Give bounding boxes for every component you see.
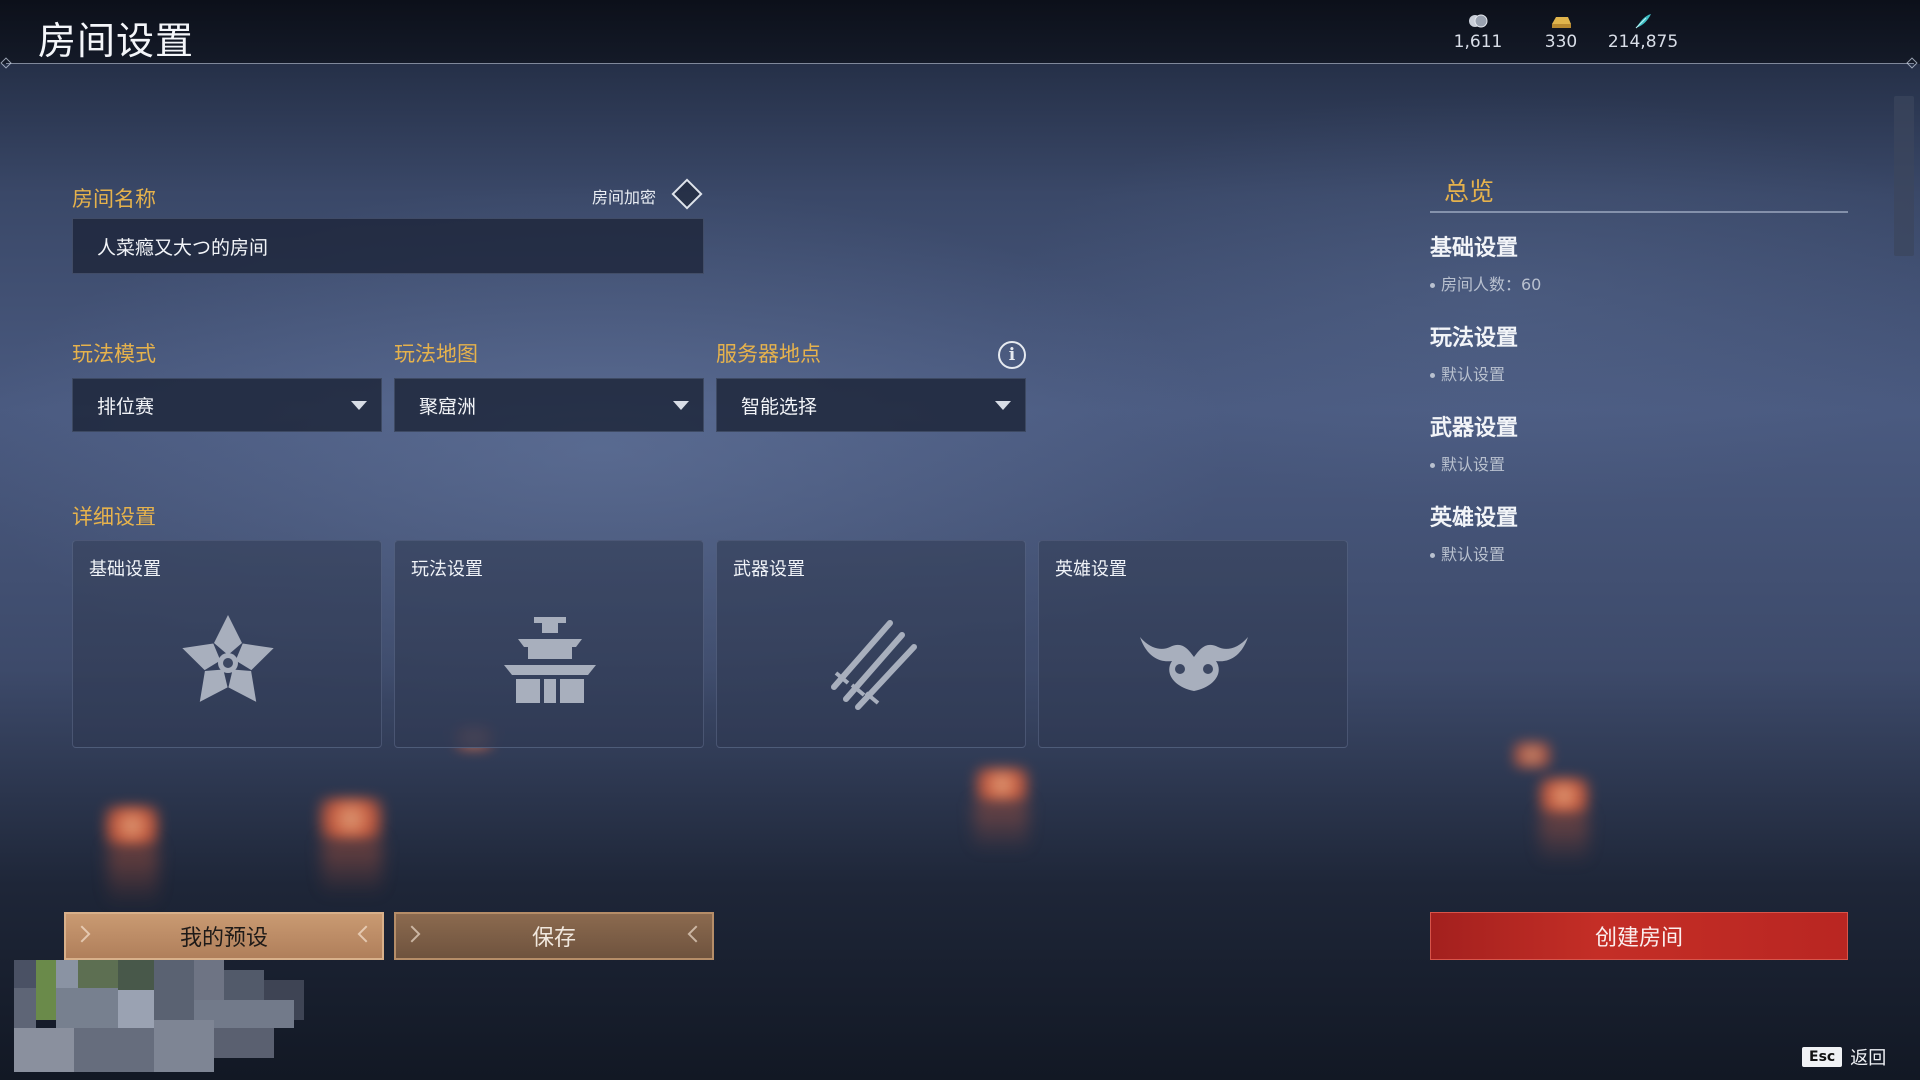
overview-gameplay-heading: 玩法设置 — [1430, 326, 1519, 351]
silver-coin-icon — [1469, 14, 1488, 28]
mode-select[interactable]: 排位赛 — [72, 378, 382, 432]
chevron-down-icon — [351, 401, 367, 410]
room-name-label: 房间名称 — [72, 187, 156, 211]
pagoda-icon — [504, 617, 596, 703]
card-title: 武器设置 — [733, 559, 805, 580]
create-room-button[interactable]: 创建房间 — [1430, 912, 1848, 960]
currency-silver-value: 1,611 — [1453, 32, 1503, 52]
mode-select-value: 排位赛 — [97, 395, 155, 418]
crossed-swords-icon — [831, 620, 917, 710]
card-hero-settings[interactable]: 英雄设置 — [1038, 540, 1348, 748]
top-divider — [6, 63, 1914, 64]
server-label: 服务器地点 — [716, 342, 821, 366]
create-room-label: 创建房间 — [1594, 926, 1683, 951]
my-preset-button[interactable]: 我的预设 — [64, 912, 384, 960]
jade-feather-icon — [1635, 14, 1651, 29]
room-name-input[interactable]: 人菜瘾又大つ的房间 — [72, 218, 704, 274]
room-lock-toggle[interactable] — [671, 178, 703, 210]
details-label: 详细设置 — [72, 505, 156, 529]
save-button[interactable]: 保存 — [394, 912, 714, 960]
chevron-down-icon — [995, 401, 1011, 410]
card-title: 基础设置 — [89, 559, 161, 580]
map-select-value: 聚窟洲 — [419, 395, 477, 418]
mode-label: 玩法模式 — [72, 342, 156, 366]
overview-gameplay-detail: 默认设置 — [1430, 361, 1505, 385]
pixelated-avatar — [14, 960, 344, 1072]
overview-weapon-heading: 武器设置 — [1430, 416, 1519, 441]
gold-ingot-icon — [1552, 17, 1571, 28]
overview-basic-detail: 房间人数：60 — [1430, 271, 1541, 295]
overview-hero-detail: 默认设置 — [1430, 541, 1505, 565]
room-name-value: 人菜瘾又大つ的房间 — [97, 236, 269, 259]
server-select[interactable]: 智能选择 — [716, 378, 1026, 432]
card-basic-settings[interactable]: 基础设置 — [72, 540, 382, 748]
room-lock-label: 房间加密 — [592, 188, 657, 207]
overview-hero-heading: 英雄设置 — [1430, 506, 1519, 531]
card-title: 玩法设置 — [411, 559, 483, 580]
back-label: 返回 — [1850, 1048, 1887, 1069]
page-title: 房间设置 — [38, 19, 195, 63]
currency-jade: 214,875 — [1598, 12, 1688, 52]
hero-mask-icon — [1140, 637, 1248, 691]
save-label: 保存 — [531, 926, 576, 951]
currency-gold-value: 330 — [1544, 32, 1578, 52]
info-icon[interactable]: i — [998, 341, 1026, 369]
my-preset-label: 我的预设 — [179, 926, 268, 951]
chevron-down-icon — [673, 401, 689, 410]
currency-gold: 330 — [1516, 12, 1606, 52]
map-select[interactable]: 聚窟洲 — [394, 378, 704, 432]
currency-jade-value: 214,875 — [1607, 32, 1679, 52]
overview-basic-heading: 基础设置 — [1430, 236, 1519, 261]
overview-scrollbar[interactable] — [1894, 96, 1914, 256]
server-select-value: 智能选择 — [741, 395, 818, 418]
flower-icon — [182, 615, 274, 702]
card-weapon-settings[interactable]: 武器设置 — [716, 540, 1026, 748]
overview-title: 总览 — [1444, 177, 1495, 206]
card-title: 英雄设置 — [1055, 559, 1127, 580]
overview-divider — [1430, 211, 1848, 213]
card-gameplay-settings[interactable]: 玩法设置 — [394, 540, 704, 748]
currency-silver: 1,611 — [1433, 12, 1523, 52]
esc-key-icon: Esc — [1802, 1047, 1843, 1067]
map-label: 玩法地图 — [394, 342, 478, 366]
back-control[interactable]: Esc 返回 — [1802, 1044, 1886, 1070]
overview-weapon-detail: 默认设置 — [1430, 451, 1505, 475]
